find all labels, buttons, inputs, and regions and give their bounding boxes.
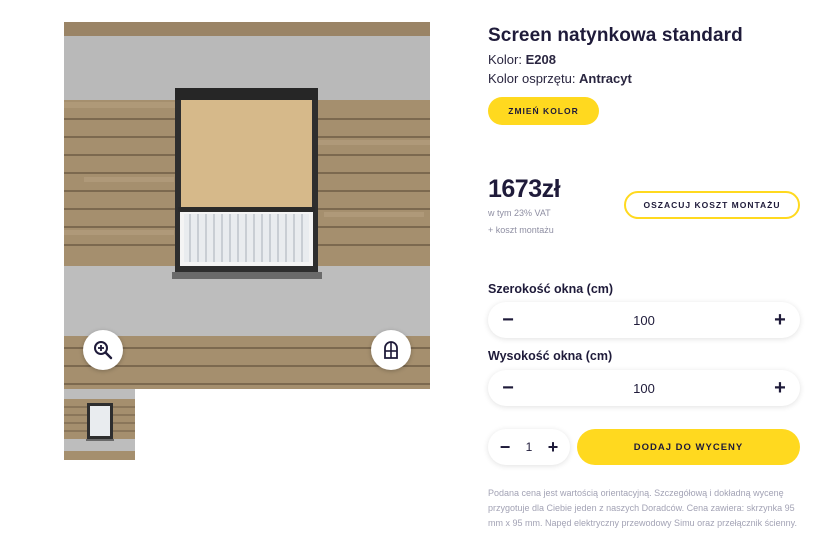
estimate-mount-cost-button[interactable]: OSZACUJ KOSZT MONTAŻU: [624, 191, 800, 219]
zoom-in-icon: [93, 340, 113, 360]
quantity-stepper: − +: [488, 429, 570, 465]
vat-note: w tym 23% VAT: [488, 208, 551, 218]
change-color-button[interactable]: ZMIEŃ KOLOR: [488, 97, 599, 125]
fitting-value: Antracyt: [579, 71, 632, 86]
product-title: Screen natynkowa standard: [488, 25, 743, 46]
height-increase-button[interactable]: +: [762, 370, 798, 406]
width-input[interactable]: [528, 310, 760, 330]
window-view-icon: [381, 340, 401, 360]
width-decrease-button[interactable]: −: [490, 302, 526, 338]
width-increase-button[interactable]: +: [762, 302, 798, 338]
height-input[interactable]: [528, 378, 760, 398]
width-label: Szerokość okna (cm): [488, 282, 614, 296]
height-stepper: − +: [488, 370, 800, 406]
quantity-increase-button[interactable]: +: [539, 429, 567, 465]
product-price: 1673zł: [488, 175, 561, 203]
add-to-quote-button[interactable]: DODAJ DO WYCENY: [577, 429, 800, 465]
height-decrease-button[interactable]: −: [490, 370, 526, 406]
color-value: E208: [525, 52, 556, 67]
quantity-decrease-button[interactable]: −: [491, 429, 519, 465]
thumbnail-image: [64, 389, 135, 460]
price-disclaimer: Podana cena jest wartością orientacyjną.…: [488, 488, 797, 528]
zoom-button[interactable]: [83, 330, 123, 370]
product-fitting-color: Kolor osprzętu: Antracyt: [488, 71, 632, 86]
fitting-label: Kolor osprzętu:: [488, 71, 580, 86]
window-visualization: [64, 22, 430, 389]
height-label: Wysokość okna (cm): [488, 349, 613, 363]
gallery-thumbnail[interactable]: [64, 389, 135, 460]
width-stepper: − +: [488, 302, 800, 338]
window-view-button[interactable]: [371, 330, 411, 370]
color-label: Kolor:: [488, 52, 526, 67]
mount-cost-note: + koszt montażu: [488, 225, 554, 235]
product-image: [64, 22, 430, 389]
product-color: Kolor: E208: [488, 52, 556, 67]
